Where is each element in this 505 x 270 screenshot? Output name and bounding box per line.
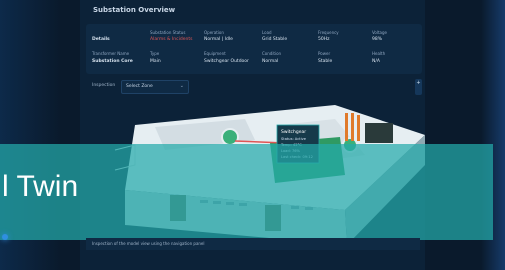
zoom-in-button[interactable]: +	[415, 79, 422, 95]
summary-value: Stable	[318, 59, 333, 64]
status-indicator-dot	[2, 234, 8, 240]
banner-text: l Twin	[2, 170, 79, 203]
zone-select-value: Select Zone	[126, 84, 153, 89]
summary-value: Grid Stable	[262, 37, 288, 42]
summary-label: Load	[262, 30, 272, 35]
summary-label: Type	[150, 51, 160, 56]
selector-label: Inspection	[92, 83, 116, 88]
summary-value: Switchgear Outdoor	[204, 59, 249, 64]
summary-label: Equipment	[204, 51, 226, 56]
summary-label: Power	[318, 51, 331, 56]
summary-label: Operation	[204, 30, 224, 35]
summary-label: Health	[372, 51, 386, 56]
summary-value: Substation Core	[92, 59, 133, 64]
equipment-node	[221, 128, 239, 146]
pipe	[345, 113, 348, 141]
summary-value: Main	[150, 59, 161, 64]
summary-label: Frequency	[318, 30, 339, 35]
summary-label: Condition	[262, 51, 282, 56]
popup-title: Switchgear	[281, 129, 306, 135]
page-title: Substation Overview	[93, 6, 176, 14]
popup-line: Status: Active	[281, 137, 307, 141]
summary-value: N/A	[372, 59, 380, 64]
footer-text: Inspection of the model view using the n…	[92, 241, 205, 246]
summary-value: Normal	[262, 59, 279, 64]
summary-label: Substation Status	[150, 30, 186, 35]
bottom-strip	[80, 257, 425, 270]
status-badge: Alarms & Incidents	[150, 37, 193, 42]
pipe	[357, 115, 360, 141]
summary-value: Normal | Idle	[204, 37, 233, 42]
zone-select[interactable]: Select Zone ⌄	[121, 80, 189, 94]
pipe	[351, 113, 354, 141]
summary-value: 98%	[372, 37, 383, 42]
summary-value: Details	[92, 37, 110, 42]
summary-label: Transformer Name	[92, 51, 130, 56]
grid-equipment	[365, 123, 393, 143]
summary-label: Voltage	[372, 30, 388, 35]
summary-value: 50Hz	[318, 37, 330, 42]
chevron-down-icon: ⌄	[179, 83, 184, 89]
